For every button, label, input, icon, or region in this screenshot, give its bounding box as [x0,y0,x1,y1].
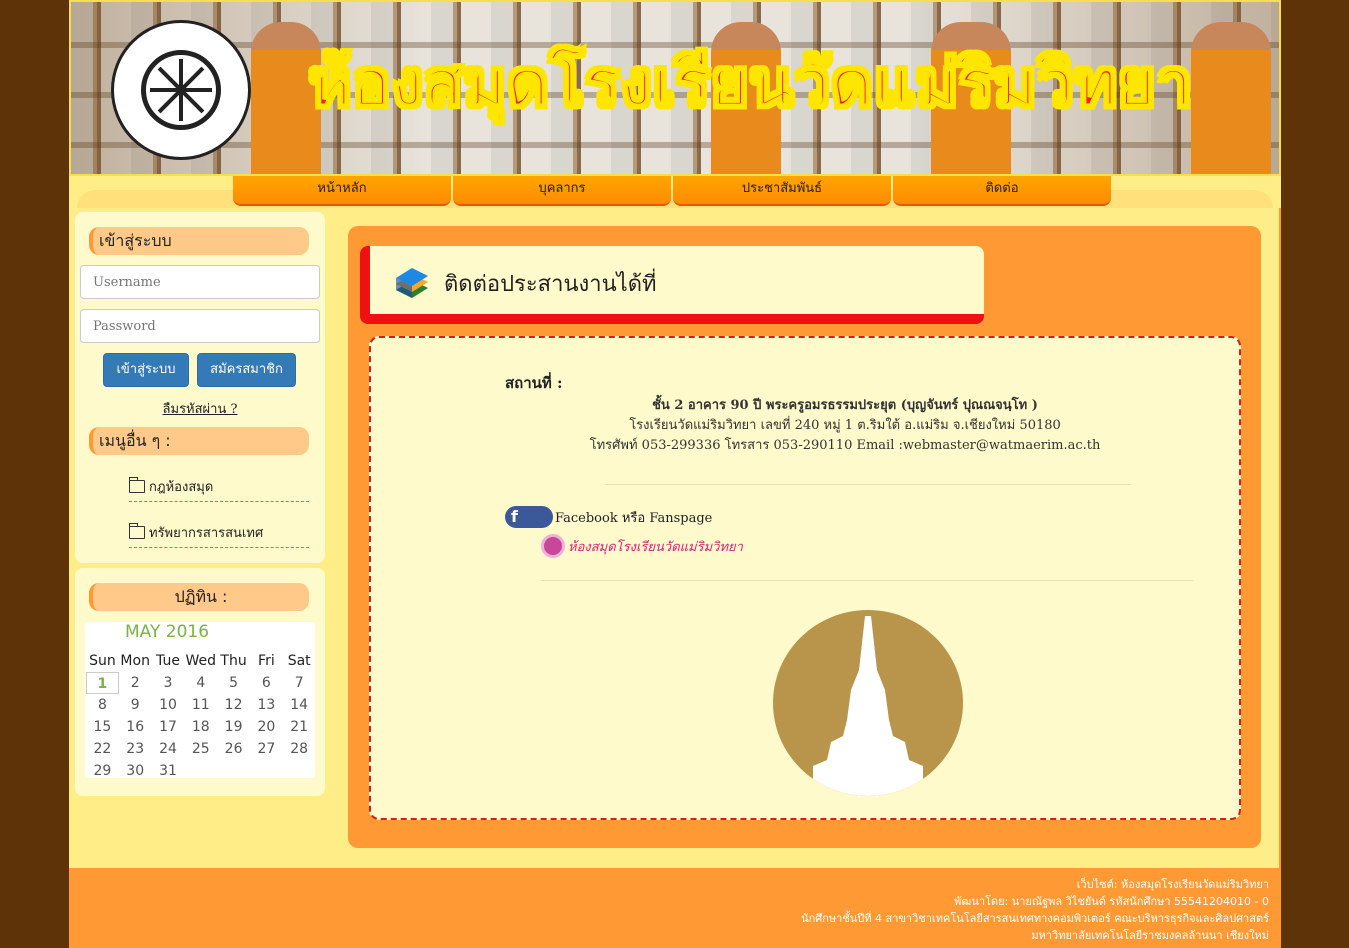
calendar-weekday: Tue [156,653,180,669]
calendar-day[interactable]: 24 [152,738,185,760]
calendar-day[interactable]: 10 [152,694,185,716]
facebook-link[interactable]: f Facebook หรือ Fanspage [505,506,712,528]
calendar-day[interactable]: 14 [283,694,316,716]
divider [541,580,1193,581]
dharma-wheel-icon [141,50,221,130]
main-nav: หน้าหลัก บุคลากร ประชาสัมพันธ์ ติดต่อ [233,176,1113,206]
calendar-day[interactable]: 16 [119,716,152,738]
menu-library-rules[interactable]: กฎห้องสมุด [129,476,309,502]
calendar-day[interactable]: 3 [152,672,185,694]
sidebar: เข้าสู่ระบบ เข้าสู่ระบบ สมัครสมาชิก ลืมร… [69,208,329,868]
calendar-day[interactable]: 25 [184,738,217,760]
forgot-password-link[interactable]: ลืมรหัสผ่าน ? [75,398,325,419]
site-title: ห้องสมุดโรงเรียนวัดแม่ริมวิทยา [308,46,1194,122]
password-input[interactable] [80,309,320,343]
calendar-day[interactable]: 31 [152,760,185,782]
calendar-weekday: Fri [258,653,275,669]
stupa-logo [773,610,963,796]
navbar: หน้าหลัก บุคลากร ประชาสัมพันธ์ ติดต่อ [69,176,1281,220]
calendar-day[interactable]: 9 [119,694,152,716]
calendar-day[interactable]: 30 [119,760,152,782]
calendar-weekday: Sat [287,653,311,669]
title-box: ติดต่อประสานงานได้ที่ [360,246,984,324]
nav-contact[interactable]: ติดต่อ [893,176,1111,206]
username-input[interactable] [80,265,320,299]
calendar-day[interactable]: 27 [250,738,283,760]
calendar-day[interactable]: 4 [184,672,217,694]
calendar-day[interactable]: 6 [250,672,283,694]
contact-content: สถานที่ : ชั้น 2 อาคาร 90 ปี พระครูอมรธร… [369,336,1241,820]
footer-line: เว็บไซต์: ห้องสมุดโรงเรียนวัดแม่ริมวิทยา [1076,878,1269,891]
calendar-day[interactable]: 8 [86,694,119,716]
school-seal-logo [111,20,251,160]
calendar-day[interactable]: 7 [283,672,316,694]
calendar-day-today[interactable]: 1 [86,672,119,694]
calendar-day[interactable]: 12 [217,694,250,716]
menu-information-resources-label: ทรัพยากรสารสนเทศ [149,526,264,541]
nav-staff[interactable]: บุคลากร [453,176,671,206]
other-menu-heading: เมนูอื่น ๆ : [89,427,309,455]
folder-icon [129,523,145,539]
menu-library-rules-label: กฎห้องสมุด [149,480,214,495]
contact-line: โทรศัพท์ 053-299336 โทรสาร 053-290110 Em… [589,438,1101,453]
calendar-day[interactable]: 22 [86,738,119,760]
main-card: ติดต่อประสานงานได้ที่ สถานที่ : ชั้น 2 อ… [348,226,1261,848]
login-panel: เข้าสู่ระบบ เข้าสู่ระบบ สมัครสมาชิก ลืมร… [75,212,325,563]
calendar-day[interactable]: 5 [217,672,250,694]
page: ห้องสมุดโรงเรียนวัดแม่ริมวิทยา หน้าหลัก … [69,0,1281,948]
login-button[interactable]: เข้าสู่ระบบ [103,353,189,387]
calendar-grid: Sun Mon Tue Wed Thu Fri Sat 1 2 3 4 5 6 7 8 9 10 11 12 13 14… [86,650,316,782]
menu-information-resources[interactable]: ทรัพยากรสารสนเทศ [129,522,309,548]
nav-news[interactable]: ประชาสัมพันธ์ [673,176,891,206]
fanpage-link[interactable]: ห้องสมุดโรงเรียนวัดแม่ริมวิทยา [541,534,743,558]
address-line: ชั้น 2 อาคาร 90 ปี พระครูอมรธรรมประยุต (… [652,398,1038,413]
calendar-day[interactable]: 18 [184,716,217,738]
calendar-weekday: Mon [120,653,150,669]
calendar-weekday: Thu [220,653,247,669]
calendar-day[interactable]: 28 [283,738,316,760]
folder-icon [129,477,145,493]
calendar-day[interactable]: 21 [283,716,316,738]
address-line: โรงเรียนวัดแม่ริมวิทยา เลขที่ 240 หมู่ 1… [629,418,1061,433]
calendar-heading: ปฏิทิน : [89,583,309,611]
header-banner: ห้องสมุดโรงเรียนวัดแม่ริมวิทยา [69,0,1281,176]
footer: เว็บไซต์: ห้องสมุดโรงเรียนวัดแม่ริมวิทยา… [801,876,1269,944]
calendar-day[interactable]: 20 [250,716,283,738]
calendar-day[interactable]: 2 [119,672,152,694]
calendar-day[interactable]: 26 [217,738,250,760]
calendar-month: MAY 2016 [125,622,210,642]
fanpage-text: ห้องสมุดโรงเรียนวัดแม่ริมวิทยา [568,539,743,555]
footer-line: พัฒนาโดย: นายณัฐพล วิไชยันต์ รหัสนักศึกษ… [954,895,1269,908]
page-title: ติดต่อประสานงานได้ที่ [444,272,657,297]
calendar-weekday: Sun [89,653,116,669]
footer-line: มหาวิทยาลัยเทคโนโลยีราชมงคลล้านนา เชียงใ… [1031,929,1269,942]
calendar-day[interactable]: 13 [250,694,283,716]
calendar-weekday: Wed [185,653,217,669]
calendar-widget: MAY 2016 Sun Mon Tue Wed Thu Fri Sat 1 2 3 4 5 6 7 8 9 1… [85,622,315,779]
calendar-day[interactable]: 19 [217,716,250,738]
calendar-day[interactable]: 11 [184,694,217,716]
calendar-day[interactable]: 15 [86,716,119,738]
login-heading: เข้าสู่ระบบ [89,227,309,255]
fanpage-icon [541,534,565,558]
calendar-day[interactable]: 23 [119,738,152,760]
facebook-text: Facebook หรือ Fanspage [555,510,713,526]
footer-line: นักศึกษาชั้นปีที่ 4 สาขาวิชาเทคโนโลยีสาร… [801,912,1269,925]
calendar-panel: ปฏิทิน : MAY 2016 Sun Mon Tue Wed Thu Fri Sat 1… [75,568,325,796]
divider [605,484,1131,485]
facebook-icon: f [505,506,553,528]
calendar-day[interactable]: 17 [152,716,185,738]
calendar-day[interactable]: 29 [86,760,119,782]
books-icon [396,268,428,298]
nav-home[interactable]: หน้าหลัก [233,176,451,206]
location-label: สถานที่ : [505,374,563,392]
register-button[interactable]: สมัครสมาชิก [197,353,296,387]
stupa-icon [813,616,923,796]
